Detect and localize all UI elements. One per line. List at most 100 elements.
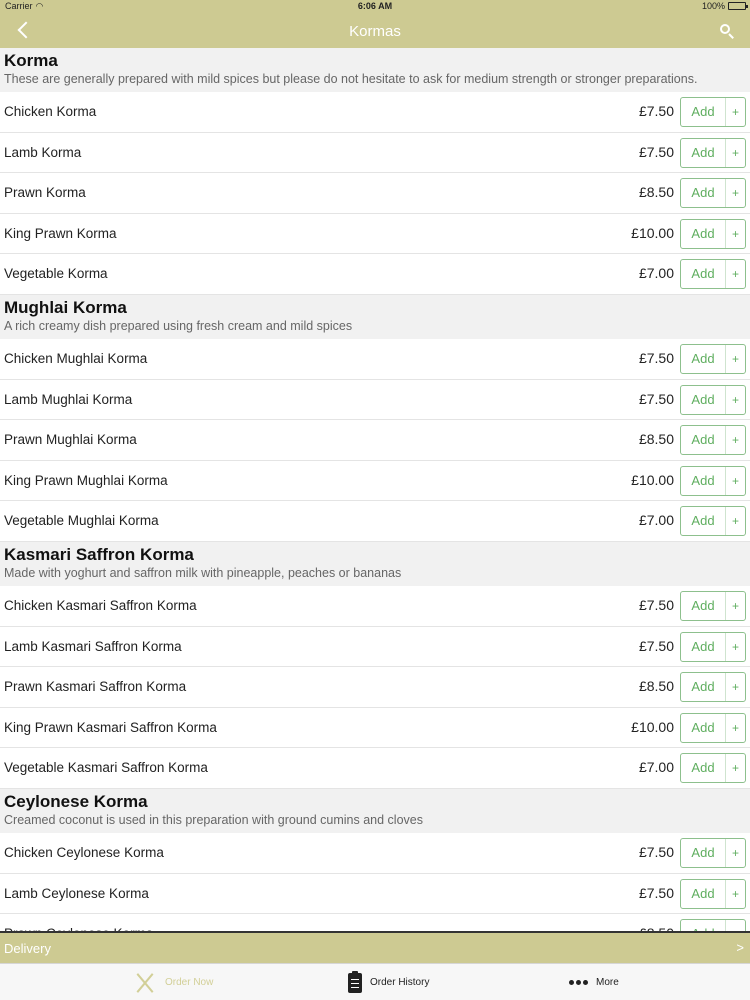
- menu-item[interactable]: Prawn Mughlai Korma £8.50 Add +: [0, 420, 750, 461]
- plus-icon: +: [725, 920, 745, 931]
- menu-item[interactable]: Chicken Mughlai Korma £7.50 Add +: [0, 338, 750, 380]
- add-button[interactable]: Add+: [680, 259, 746, 290]
- add-button-label: Add: [691, 472, 715, 488]
- item-name: Prawn Korma: [4, 185, 86, 201]
- item-price: £7.00: [638, 265, 674, 282]
- item-name: Vegetable Mughlai Korma: [4, 513, 159, 529]
- item-name: Chicken Kasmari Saffron Korma: [4, 597, 197, 613]
- add-button[interactable]: Add +: [680, 878, 746, 909]
- menu-item[interactable]: Chicken Ceylonese Korma £7.50 Add +: [0, 832, 750, 874]
- more-dots-icon: [569, 980, 588, 985]
- add-button-label: Add: [691, 391, 715, 407]
- add-button[interactable]: Add+: [680, 712, 746, 743]
- menu-item[interactable]: Prawn Korma £8.50 Add +: [0, 173, 750, 214]
- add-button-label: Add: [691, 638, 715, 654]
- menu-item[interactable]: Prawn Ceylonese Korma£8.50Add+: [0, 914, 750, 931]
- tab-order-history[interactable]: Order History: [348, 964, 429, 1000]
- add-button[interactable]: Add +: [680, 631, 746, 662]
- add-button-label: Add: [691, 760, 715, 776]
- add-button[interactable]: Add+: [680, 506, 746, 537]
- item-price: £7.50: [638, 349, 674, 366]
- section-description: A rich creamy dish prepared using fresh …: [4, 318, 353, 333]
- menu-item[interactable]: Vegetable Korma £7.00 Add +: [0, 254, 750, 295]
- plus-icon: +: [725, 673, 745, 702]
- item-name: Vegetable Korma: [4, 266, 108, 282]
- item-price: £8.50: [638, 184, 674, 201]
- battery-icon: [728, 2, 748, 10]
- chevron-right-icon: >: [736, 940, 744, 955]
- menu-item[interactable]: Chicken Korma £7.50 Add +: [0, 92, 750, 133]
- item-price: £7.50: [638, 637, 674, 654]
- plus-icon: +: [725, 385, 745, 414]
- add-button-label: Add: [691, 144, 715, 160]
- add-button[interactable]: Add+: [680, 465, 746, 496]
- add-button[interactable]: Add+: [680, 590, 746, 621]
- item-name: Prawn Mughlai Korma: [4, 432, 137, 448]
- plus-icon: +: [725, 179, 745, 208]
- plus-icon: +: [725, 879, 745, 908]
- menu-item[interactable]: Vegetable Mughlai Korma £7.00 Add +: [0, 501, 750, 542]
- menu-item[interactable]: Lamb Mughlai Korma £7.50 Add +: [0, 379, 750, 421]
- item-price: £7.50: [638, 884, 674, 901]
- delivery-bar[interactable]: Delivery >: [0, 931, 750, 963]
- section-title: Kasmari Saffron Korma: [4, 544, 194, 564]
- add-button-label: Add: [691, 266, 715, 282]
- add-button-label: Add: [691, 432, 715, 448]
- item-name: King Prawn Korma: [4, 225, 117, 241]
- menu-item[interactable]: Prawn Kasmari Saffron Korma £8.50 Add +: [0, 667, 750, 708]
- add-button-label: Add: [681, 920, 725, 931]
- navigation-bar: Kormas: [0, 14, 750, 48]
- section-description: Creamed coconut is used in this preparat…: [4, 812, 423, 827]
- search-icon: [720, 24, 730, 34]
- section-title: Mughlai Korma: [4, 297, 127, 317]
- tab-order-now[interactable]: Order Now: [133, 964, 213, 1000]
- add-button[interactable]: Add+: [680, 178, 746, 209]
- add-button[interactable]: Add+: [680, 425, 746, 456]
- add-button-label: Add: [691, 679, 715, 695]
- add-button-label: Add: [691, 104, 715, 119]
- menu-item[interactable]: King Prawn Mughlai Korma £10.00 Add +: [0, 460, 750, 502]
- page-title: Kormas: [349, 23, 401, 40]
- section-header: Mughlai Korma A rich creamy dish prepared…: [0, 294, 750, 339]
- add-button[interactable]: Add+: [680, 837, 746, 868]
- menu-item[interactable]: King Prawn Kasmari Saffron Korma £10.00 Ad…: [0, 707, 750, 749]
- item-price: £7.50: [638, 143, 674, 160]
- search-button[interactable]: [718, 22, 736, 40]
- fork-knife-icon: [133, 971, 157, 995]
- item-price: £7.50: [638, 843, 674, 860]
- add-button[interactable]: Add+: [680, 218, 746, 249]
- menu-item[interactable]: King Prawn Korma £10.00 Add +: [0, 213, 750, 255]
- menu-item[interactable]: Lamb Ceylonese Korma £7.50 Add +: [0, 873, 750, 915]
- section-description: These are generally prepared with mild s…: [4, 72, 698, 86]
- add-button-label: Add: [691, 719, 715, 735]
- menu-item[interactable]: Lamb Kasmari Saffron Korma £7.50 Add +: [0, 626, 750, 668]
- add-button[interactable]: Add +: [680, 384, 746, 415]
- add-button[interactable]: Add+: [680, 137, 746, 168]
- menu-item[interactable]: Lamb Korma £7.50 Add +: [0, 132, 750, 174]
- plus-icon: +: [725, 632, 745, 661]
- add-button-label: Add: [691, 350, 715, 366]
- menu-item[interactable]: Vegetable Kasmari Saffron Korma £7.00 Add +: [0, 748, 750, 789]
- section-header: Ceylonese Korma Creamed coconut is used i…: [0, 788, 750, 833]
- plus-icon: +: [725, 219, 745, 248]
- delivery-label: Delivery: [4, 941, 51, 956]
- tab-more[interactable]: More: [569, 964, 619, 1000]
- menu-item[interactable]: Chicken Kasmari Saffron Korma £7.50 Add +: [0, 585, 750, 627]
- add-button[interactable]: Add +: [680, 753, 746, 784]
- item-price: £8.50: [638, 431, 674, 448]
- plus-icon: +: [725, 838, 745, 867]
- item-price: £7.00: [638, 759, 674, 776]
- add-button[interactable]: Add+: [680, 343, 746, 374]
- battery-indicator: 100%: [702, 1, 748, 11]
- item-price: £7.50: [638, 390, 674, 407]
- add-button[interactable]: Add +: [680, 672, 746, 703]
- menu-list[interactable]: Korma These are generally prepared with m…: [0, 48, 750, 931]
- item-name: Chicken Korma: [4, 104, 97, 119]
- item-price: £8.50: [638, 678, 674, 695]
- add-button[interactable]: Add+: [680, 97, 746, 127]
- add-button[interactable]: Add+: [680, 919, 746, 931]
- plus-icon: +: [725, 754, 745, 783]
- item-price: £10.00: [631, 224, 674, 241]
- tab-label: Order History: [370, 977, 430, 988]
- add-button-label: Add: [691, 885, 715, 901]
